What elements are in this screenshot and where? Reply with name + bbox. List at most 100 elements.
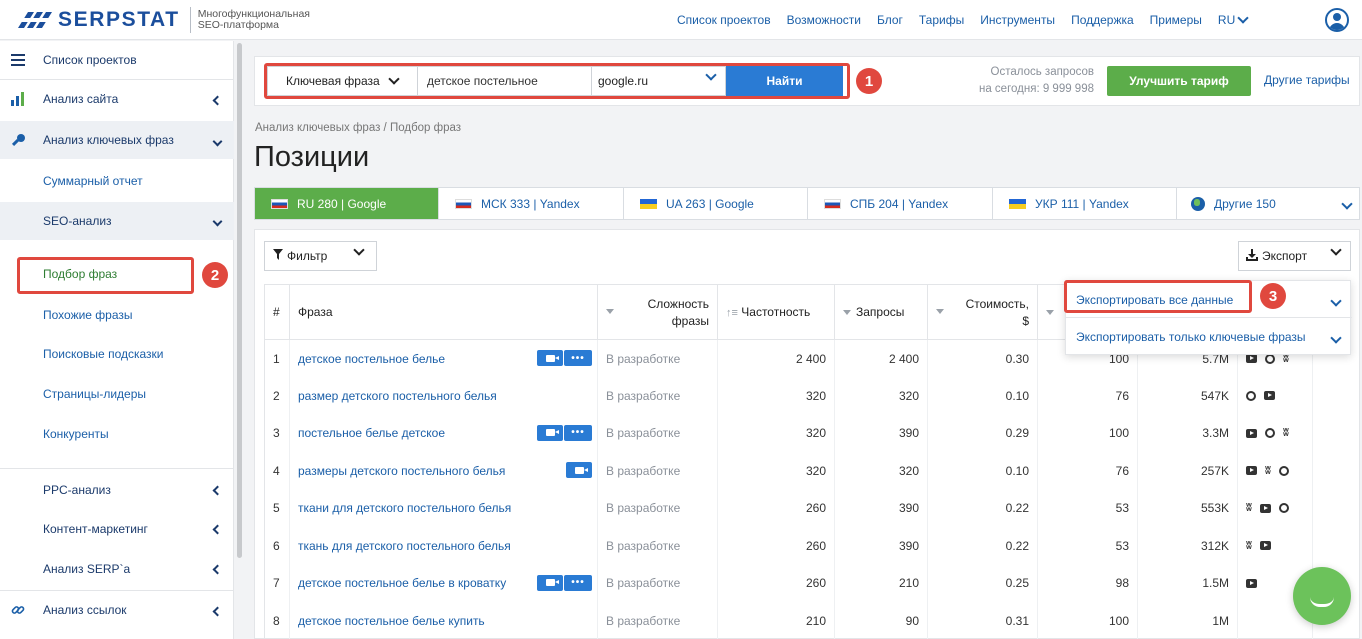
cell-phrase[interactable]: размеры детского постельного белья — [289, 452, 598, 490]
upgrade-plan-button[interactable]: Улучшить тариф — [1107, 66, 1251, 96]
tab-ukr-yandex[interactable]: УКР 111 | Yandex — [993, 188, 1177, 219]
chevron-down-icon — [353, 244, 365, 256]
nav-pricing[interactable]: Тарифы — [919, 13, 964, 27]
cell-phrase[interactable]: детское постельное белье ••• — [289, 339, 598, 377]
phrase-link[interactable]: ткань для детского постельного белья — [298, 539, 511, 553]
pinterest-icon — [1278, 465, 1289, 476]
youtube-icon — [1264, 391, 1275, 401]
cell-cost: 0.10 — [927, 377, 1038, 415]
cell-results: 1.5M — [1137, 564, 1238, 602]
sidebar-item-site-analysis[interactable]: Анализ сайта — [0, 80, 234, 118]
cell-phrase[interactable]: ткани для детского постельного белья — [289, 489, 598, 527]
chat-launcher-button[interactable] — [1293, 567, 1351, 625]
phrase-link[interactable]: детское постельное белье в кроватку — [298, 576, 506, 590]
sidebar-item-link-analysis[interactable]: Анализ ссылок — [0, 591, 234, 629]
export-button[interactable]: Экспорт — [1238, 241, 1351, 271]
phrase-link[interactable]: ткани для детского постельного белья — [298, 501, 511, 515]
vk-icon: ʬ — [1246, 539, 1252, 552]
sidebar-item-projects[interactable]: Список проектов — [0, 41, 234, 79]
key-icon — [10, 132, 26, 148]
export-keywords-only-item[interactable]: Экспортировать только ключевые фразы — [1076, 330, 1306, 344]
cell-difficulty: В разработке — [597, 339, 718, 377]
cell-phrase[interactable]: размер детского постельного белья — [289, 377, 598, 415]
tab-other-regions[interactable]: Другие 150 — [1177, 188, 1359, 219]
flag-ru-icon — [824, 198, 841, 209]
sidebar-item-content-marketing[interactable]: Контент-маркетинг — [0, 510, 234, 548]
cell-results: 553K — [1137, 489, 1238, 527]
sidebar-item-keyword-analysis[interactable]: Анализ ключевых фраз — [0, 121, 234, 159]
tab-msk-yandex[interactable]: МСК 333 | Yandex — [439, 188, 624, 219]
chevron-down-icon[interactable] — [1330, 294, 1342, 308]
sidebar-item-label: Контент-маркетинг — [43, 522, 148, 536]
youtube-icon — [1259, 503, 1271, 513]
more-button[interactable]: ••• — [564, 424, 592, 441]
phrase-link[interactable]: постельное белье детское — [298, 426, 445, 440]
cell-frequency: 2 400 — [717, 339, 835, 377]
sort-icon — [1046, 310, 1054, 316]
filter-button[interactable]: Фильтр — [264, 241, 377, 271]
cell-competition: 76 — [1037, 452, 1138, 490]
sidebar-item-competitors[interactable]: Конкуренты — [0, 415, 234, 453]
youtube-icon — [1246, 578, 1257, 588]
sidebar-group-seo-analysis[interactable]: SEO-анализ — [0, 202, 234, 240]
cell-phrase[interactable]: детское постельное белье купить — [289, 602, 598, 639]
video-button[interactable] — [537, 574, 563, 591]
sidebar-item-top-pages[interactable]: Страницы-лидеры — [0, 375, 234, 413]
col-phrase[interactable]: Фраза — [289, 284, 598, 340]
more-button[interactable]: ••• — [564, 574, 592, 591]
cell-results: 547K — [1137, 377, 1238, 415]
tab-label: МСК 333 | Yandex — [481, 196, 580, 211]
cell-results: 1M — [1137, 602, 1238, 639]
other-tariffs-link[interactable]: Другие тарифы — [1264, 73, 1350, 87]
sidebar-item-serp-analysis[interactable]: Анализ SERP`а — [0, 550, 234, 588]
cell-phrase[interactable]: постельное белье детское ••• — [289, 414, 598, 452]
flag-ru-icon — [271, 198, 288, 209]
cell-phrase[interactable]: детское постельное белье в кроватку ••• — [289, 564, 598, 602]
nav-features[interactable]: Возможности — [787, 13, 861, 27]
page-title: Позиции — [254, 141, 370, 173]
sidebar-item-ppc-analysis[interactable]: PPC-анализ — [0, 471, 234, 509]
more-button[interactable]: ••• — [564, 350, 592, 366]
cell-cost: 0.10 — [927, 452, 1038, 490]
phrase-actions — [566, 462, 592, 478]
col-frequency[interactable]: ↑≡ Частотность — [717, 284, 835, 340]
phrase-actions: ••• — [537, 424, 592, 441]
nav-support[interactable]: Поддержка — [1071, 13, 1134, 27]
cell-num: 2 — [264, 377, 290, 415]
sidebar-divider — [0, 468, 234, 469]
sidebar-item-search-suggestions[interactable]: Поисковые подсказки — [0, 335, 234, 373]
serp-feature-icons: ʬ — [1246, 427, 1304, 439]
pinterest-icon — [1265, 353, 1275, 364]
sidebar-item-similar-phrases[interactable]: Похожие фразы — [0, 296, 234, 334]
video-button[interactable] — [566, 462, 592, 478]
cell-phrase[interactable]: ткань для детского постельного белья — [289, 527, 598, 565]
sidebar-item-summary-report[interactable]: Суммарный отчет — [0, 162, 234, 200]
user-avatar-icon[interactable] — [1325, 8, 1349, 32]
tab-label: UA 263 | Google — [666, 196, 754, 211]
col-cost[interactable]: Стоимость, $ — [927, 284, 1038, 340]
chevron-down-icon[interactable] — [1330, 331, 1342, 345]
tab-spb-yandex[interactable]: СПБ 204 | Yandex — [808, 188, 993, 219]
phrase-link[interactable]: детское постельное белье купить — [298, 614, 485, 628]
cell-difficulty: В разработке — [597, 414, 718, 452]
language-select[interactable]: RU — [1218, 12, 1249, 27]
col-difficulty[interactable]: Сложность фразы — [597, 284, 718, 340]
phrase-link[interactable]: детское постельное белье — [298, 352, 445, 366]
nav-blog[interactable]: Блог — [877, 13, 903, 27]
tab-ru-google[interactable]: RU 280 | Google — [255, 188, 439, 219]
sidebar-scrollbar[interactable] — [237, 43, 242, 558]
nav-projects[interactable]: Список проектов — [677, 13, 771, 27]
youtube-icon — [1246, 428, 1257, 438]
sort-icon — [843, 310, 851, 316]
phrase-link[interactable]: размеры детского постельного белья — [298, 464, 505, 478]
nav-examples[interactable]: Примеры — [1150, 13, 1202, 27]
tab-label: СПБ 204 | Yandex — [850, 196, 949, 211]
tab-ua-google[interactable]: UA 263 | Google — [624, 188, 808, 219]
col-queries[interactable]: Запросы — [834, 284, 928, 340]
serpstat-logo[interactable]: SERPSTAT — [18, 0, 180, 40]
sidebar-item-label: SEO-анализ — [43, 214, 112, 228]
video-button[interactable] — [537, 424, 563, 441]
nav-tools[interactable]: Инструменты — [980, 13, 1055, 27]
phrase-link[interactable]: размер детского постельного белья — [298, 389, 497, 403]
video-button[interactable] — [537, 350, 563, 366]
